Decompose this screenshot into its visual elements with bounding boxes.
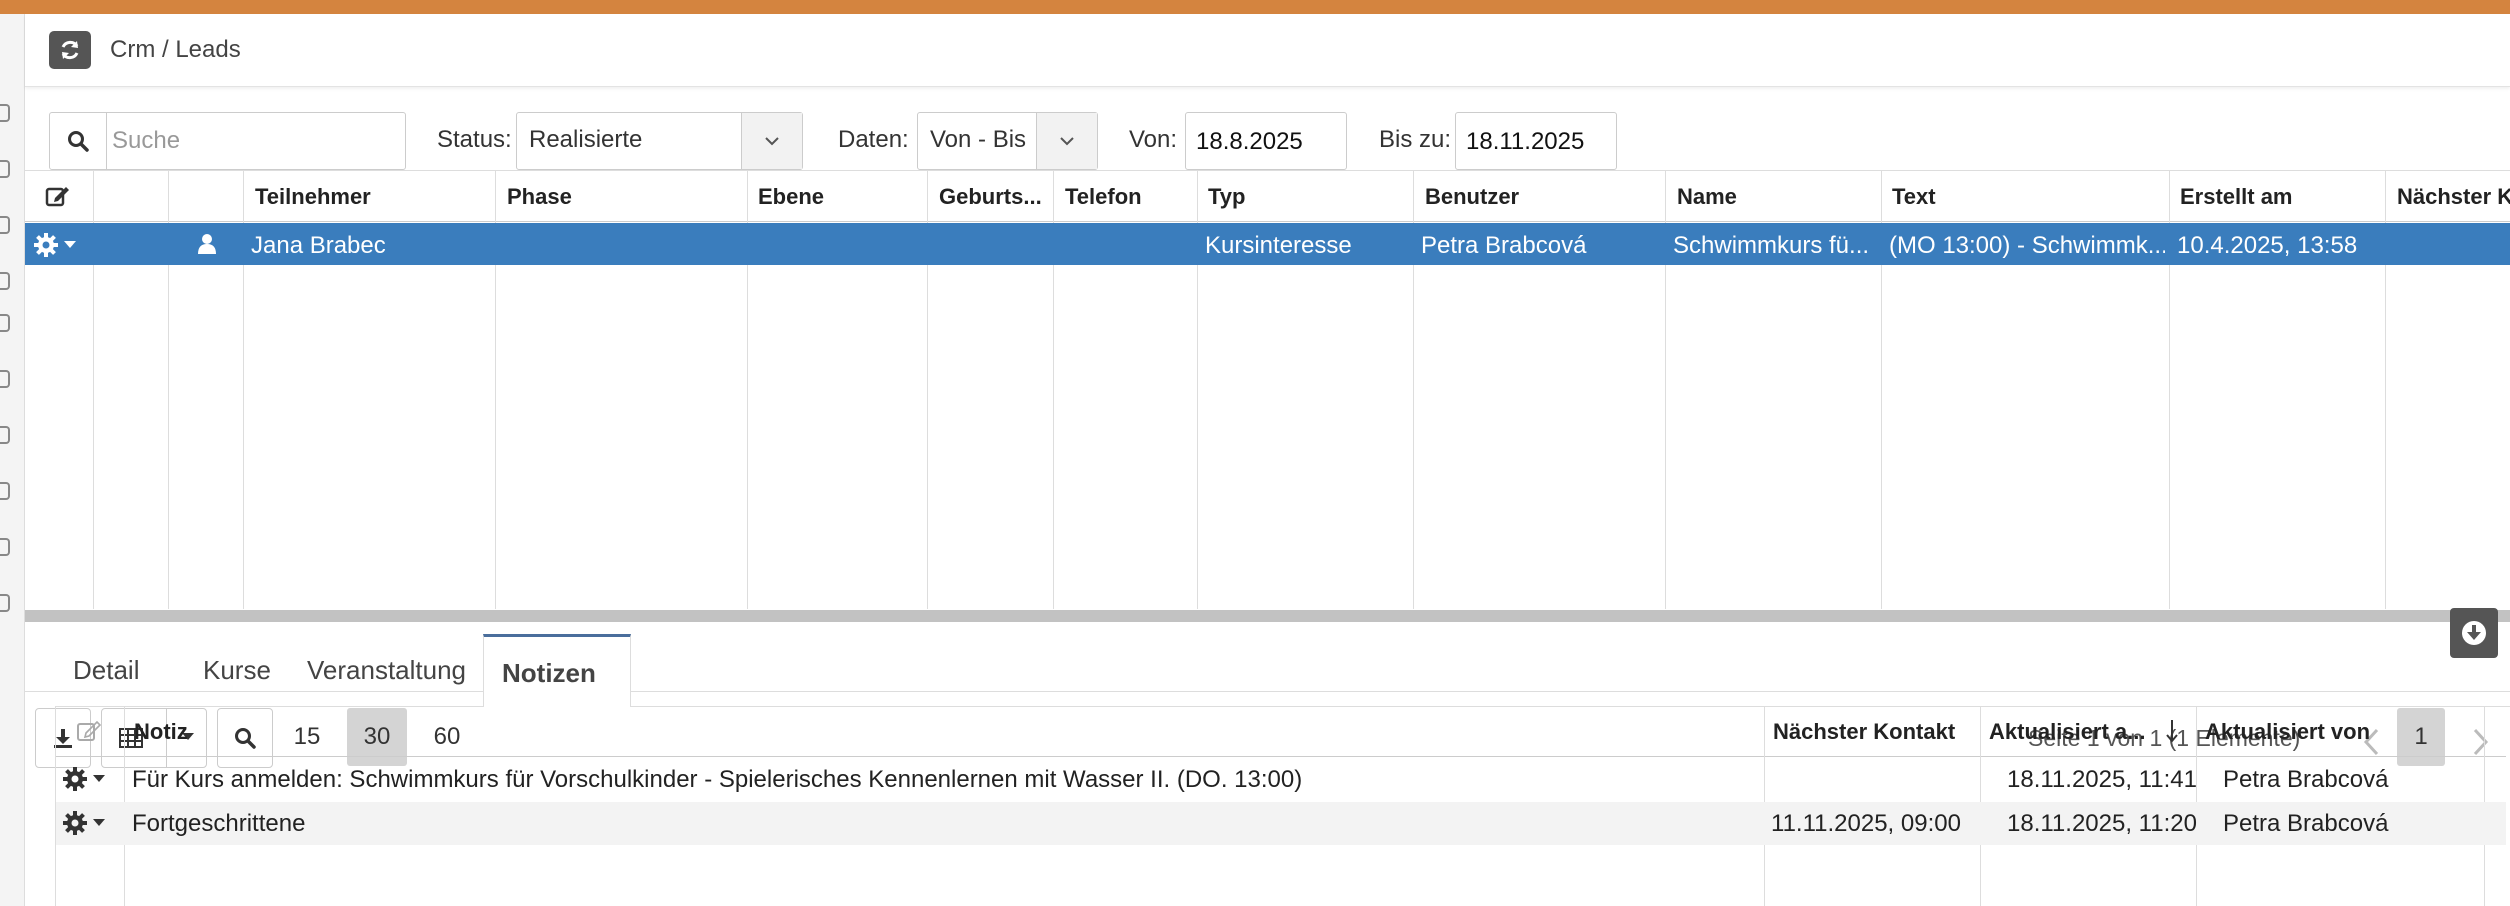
note-text: Fortgeschrittene [132, 810, 306, 837]
cell-benutzer: Petra Brabcová [1421, 232, 1587, 259]
dates-select[interactable]: Von - Bis [917, 112, 1098, 170]
column-header-notiz[interactable]: Notiz [134, 719, 188, 745]
table-row[interactable]: Jana Brabec Kursinteresse Petra Brabcová… [25, 223, 2510, 265]
column-header-geburts[interactable]: Geburts... [939, 184, 1042, 210]
breadcrumb: Crm / Leads [110, 36, 241, 63]
note-text: Für Kurs anmelden: Schwimmkurs für Vorsc… [132, 766, 1303, 793]
note-updated-by: Petra Brabcová [2223, 810, 2389, 837]
leads-grid: Teilnehmer Phase Ebene Geburts... Telefo… [25, 170, 2510, 768]
dates-select-toggle[interactable] [1036, 113, 1097, 169]
sort-desc-icon[interactable] [2165, 718, 2179, 744]
sidebar-handle[interactable] [0, 482, 10, 500]
table-row[interactable]: Für Kurs anmelden: Schwimmkurs für Vorsc… [56, 758, 2506, 801]
user-icon [198, 234, 216, 254]
sidebar-handle[interactable] [0, 538, 10, 556]
tab-veranstaltung[interactable]: Veranstaltung [307, 634, 466, 706]
note-updated-by: Petra Brabcová [2223, 766, 2389, 793]
from-label: Von: [1129, 126, 1178, 153]
column-header-kontakt[interactable]: Nächster Kontakt [1773, 719, 1955, 745]
to-date-value: 18.11.2025 [1466, 128, 1585, 155]
to-date-field[interactable]: 18.11.2025 [1455, 112, 1617, 170]
column-header-ebene[interactable]: Ebene [758, 184, 824, 210]
refresh-button[interactable] [49, 31, 91, 69]
tab-detail[interactable]: Detail [73, 634, 139, 706]
sidebar-handle[interactable] [0, 370, 10, 388]
search-box [49, 112, 406, 170]
note-next-contact: 11.11.2025, 09:00 [1771, 810, 1961, 837]
top-accent-bar [0, 0, 2510, 14]
search-input[interactable] [110, 121, 399, 161]
caret-down-icon[interactable] [63, 240, 77, 250]
column-header-erstellt[interactable]: Erstellt am [2180, 184, 2293, 210]
collapse-panel-button[interactable] [2450, 608, 2498, 658]
left-sidebar-strip [0, 14, 25, 906]
from-date-field[interactable]: 18.8.2025 [1185, 112, 1347, 170]
note-updated-at: 18.11.2025, 11:41 [2007, 766, 2197, 793]
column-header-aktualisiert[interactable]: Aktualisiert a... [1989, 719, 2146, 745]
sidebar-handle[interactable] [0, 594, 10, 612]
gear-icon[interactable] [62, 766, 88, 792]
search-button[interactable] [50, 113, 107, 169]
refresh-icon [61, 40, 79, 60]
column-header-telefon[interactable]: Telefon [1065, 184, 1142, 210]
status-label: Status: [437, 126, 512, 153]
cell-text: (MO 13:00) - Schwimmk... [1889, 232, 2165, 259]
note-updated-at: 18.11.2025, 11:20 [2007, 810, 2197, 837]
sidebar-handle[interactable] [0, 216, 10, 234]
sidebar-handle[interactable] [0, 160, 10, 178]
column-header-text[interactable]: Text [1892, 184, 1936, 210]
table-row[interactable]: Fortgeschrittene 11.11.2025, 09:00 18.11… [56, 802, 2506, 845]
circle-download-icon [2462, 621, 2486, 645]
cell-teilnehmer: Jana Brabec [251, 232, 386, 259]
sidebar-handle[interactable] [0, 314, 10, 332]
column-header-benutzer[interactable]: Benutzer [1425, 184, 1519, 210]
caret-down-icon[interactable] [92, 774, 106, 784]
caret-down-icon[interactable] [92, 818, 106, 828]
edit-icon[interactable] [45, 184, 71, 208]
gear-icon[interactable] [62, 810, 88, 836]
notes-table: Notiz Nächster Kontakt Aktualisiert a...… [55, 706, 2506, 906]
panel-splitter[interactable] [25, 610, 2510, 622]
cell-erstellt: 10.4.2025, 13:58 [2177, 232, 2358, 259]
column-header-name[interactable]: Name [1677, 184, 1737, 210]
sidebar-handle[interactable] [0, 272, 10, 290]
sidebar-handle[interactable] [0, 426, 10, 444]
status-select-value: Realisierte [529, 126, 643, 153]
filter-bar: Status: Realisierte Daten: Von - Bis Von… [25, 98, 2510, 170]
from-date-value: 18.8.2025 [1196, 128, 1303, 155]
detail-tabs: Detail Kurse Veranstaltung Notizen [55, 634, 2510, 707]
status-select-toggle[interactable] [741, 113, 802, 169]
column-header-von[interactable]: Aktualisiert von [2205, 719, 2370, 745]
status-select[interactable]: Realisierte [516, 112, 803, 170]
gear-icon[interactable] [33, 232, 59, 258]
main-panel: Crm / Leads Status: Realisierte Daten: V… [25, 14, 2510, 906]
column-header-phase[interactable]: Phase [507, 184, 572, 210]
dates-select-value: Von - Bis [930, 126, 1027, 153]
to-label: Bis zu: [1379, 126, 1452, 153]
dates-label: Daten: [838, 126, 909, 153]
column-header-typ[interactable]: Typ [1208, 184, 1245, 210]
column-header-teilnehmer[interactable]: Teilnehmer [255, 184, 371, 210]
tab-kurse[interactable]: Kurse [203, 634, 271, 706]
sidebar-handle[interactable] [0, 104, 10, 122]
edit-icon[interactable] [76, 719, 102, 743]
cell-name: Schwimmkurs fü... [1673, 232, 1870, 259]
chevron-down-icon [765, 137, 779, 146]
tab-notizen[interactable]: Notizen [483, 634, 631, 707]
cell-typ: Kursinteresse [1205, 232, 1352, 259]
column-header-naechster[interactable]: Nächster K [2397, 184, 2510, 210]
chevron-down-icon [1060, 137, 1074, 146]
search-icon [68, 131, 89, 152]
breadcrumb-bar: Crm / Leads [25, 14, 2510, 87]
